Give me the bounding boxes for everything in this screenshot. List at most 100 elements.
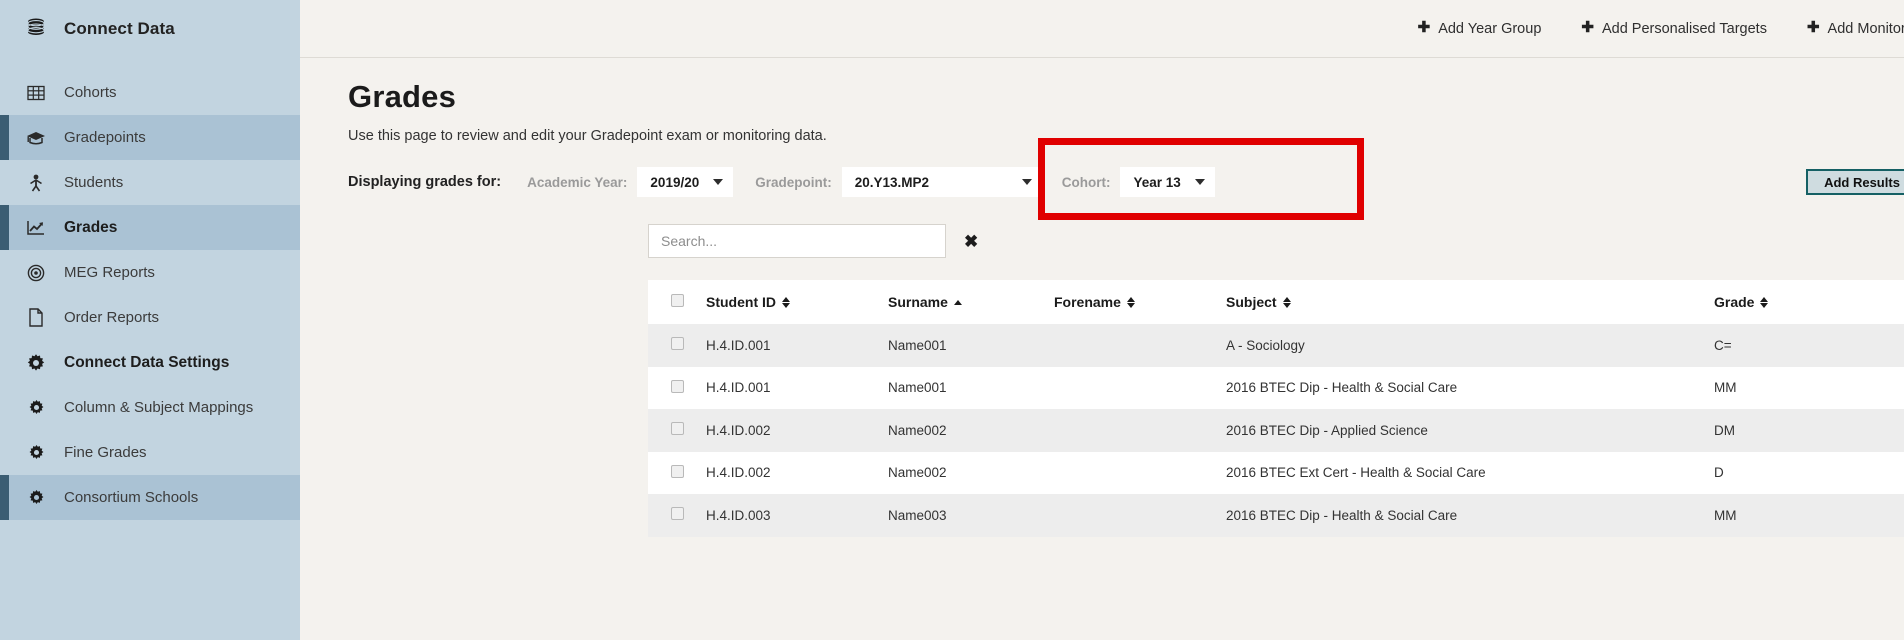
cell-forename xyxy=(1054,324,1226,367)
sidebar-brand[interactable]: Connect Data xyxy=(0,0,300,58)
cell-surname: Name003 xyxy=(888,494,1054,537)
gear-icon xyxy=(26,488,46,508)
sidebar-item-gradepoints[interactable]: Gradepoints xyxy=(0,115,300,160)
cell-grade: DM xyxy=(1714,409,1904,452)
top-action-bar: ✚ Add Year Group ✚ Add Personalised Targ… xyxy=(300,0,1904,58)
table-body: H.4.ID.001 Name001 A - Sociology C= H.4.ID.0… xyxy=(648,324,1904,537)
add-personalised-targets-button[interactable]: ✚ Add Personalised Targets xyxy=(1581,20,1767,37)
grades-table-element: Student ID Surname Forename Subject Grad… xyxy=(648,280,1904,537)
sidebar-item-fine-grades[interactable]: Fine Grades xyxy=(0,430,300,475)
cell-student-id: H.4.ID.001 xyxy=(706,324,888,367)
row-select-cell[interactable] xyxy=(648,324,706,367)
sidebar-item-label: Column & Subject Mappings xyxy=(64,399,254,416)
cell-surname: Name002 xyxy=(888,451,1054,495)
sidebar-item-label: MEG Reports xyxy=(64,264,155,281)
sidebar-item-order-reports[interactable]: Order Reports xyxy=(0,295,300,340)
select-all-header[interactable] xyxy=(648,280,706,325)
table-row[interactable]: H.4.ID.001 Name001 A - Sociology C= xyxy=(648,324,1904,367)
row-checkbox[interactable] xyxy=(670,422,684,436)
sidebar-brand-label: Connect Data xyxy=(64,19,175,38)
sidebar: Connect Data Cohorts Gradepoints Student… xyxy=(0,0,300,640)
sort-icon xyxy=(1126,296,1135,308)
cell-forename xyxy=(1054,409,1226,452)
cohort-filter: Cohort: Year 13 xyxy=(1062,167,1215,198)
cell-student-id: H.4.ID.002 xyxy=(706,409,888,452)
cell-subject: 2016 BTEC Dip - Health & Social Care xyxy=(1226,494,1714,537)
column-header-forename[interactable]: Forename xyxy=(1054,280,1226,325)
row-checkbox[interactable] xyxy=(670,337,684,351)
cohort-value: Year 13 xyxy=(1133,174,1181,190)
cell-student-id: H.4.ID.001 xyxy=(706,366,888,410)
table-row[interactable]: H.4.ID.001 Name001 2016 BTEC Dip - Health … xyxy=(648,366,1904,410)
gear-icon xyxy=(26,443,46,463)
academic-year-label: Academic Year: xyxy=(527,174,628,190)
database-icon xyxy=(26,17,46,42)
cell-grade: MM xyxy=(1714,366,1904,410)
row-select-cell[interactable] xyxy=(648,409,706,452)
table-row[interactable]: H.4.ID.002 Name002 2016 BTEC Dip - Applied… xyxy=(648,409,1904,452)
table-grid-icon xyxy=(26,83,46,103)
column-header-subject[interactable]: Subject xyxy=(1226,280,1714,325)
column-header-label: Subject xyxy=(1226,294,1277,311)
sidebar-item-students[interactable]: Students xyxy=(0,160,300,205)
sidebar-item-label: Students xyxy=(64,174,124,191)
row-checkbox[interactable] xyxy=(670,464,684,478)
sidebar-item-meg-reports[interactable]: MEG Reports xyxy=(0,250,300,295)
graduation-cap-icon xyxy=(26,128,46,148)
close-icon[interactable]: ✖ xyxy=(964,233,978,250)
academic-year-value: 2019/20 xyxy=(650,174,700,190)
cell-grade: C= xyxy=(1714,324,1904,367)
page-subtitle: Use this page to review and edit your Gr… xyxy=(348,128,827,145)
gear-icon xyxy=(26,353,46,373)
sidebar-item-connect-data-settings[interactable]: Connect Data Settings xyxy=(0,340,300,385)
sort-icon xyxy=(782,296,790,308)
top-action-label: Add Personalised Targets xyxy=(1601,20,1767,37)
cell-grade: D xyxy=(1714,451,1904,495)
cell-student-id: H.4.ID.003 xyxy=(706,494,888,537)
row-checkbox[interactable] xyxy=(670,507,684,521)
filter-bar: Displaying grades for: Academic Year: 20… xyxy=(300,138,1904,221)
gradepoint-value: 20.Y13.MP2 xyxy=(854,174,930,190)
sidebar-item-grades[interactable]: Grades xyxy=(0,205,300,250)
gradepoint-select[interactable]: 20.Y13.MP2 xyxy=(841,167,1042,198)
cell-subject: 2016 BTEC Ext Cert - Health & Social Car… xyxy=(1226,451,1714,495)
sidebar-item-column-subject-mappings[interactable]: Column & Subject Mappings xyxy=(0,385,300,430)
table-row[interactable]: H.4.ID.003 Name003 2016 BTEC Dip - Health … xyxy=(648,494,1904,537)
main-content: ✚ Add Year Group ✚ Add Personalised Targ… xyxy=(300,0,1904,640)
search-input[interactable] xyxy=(648,224,946,259)
sidebar-item-cohorts[interactable]: Cohorts xyxy=(0,70,300,115)
chevron-down-icon xyxy=(713,179,724,186)
table-row[interactable]: H.4.ID.002 Name002 2016 BTEC Ext Cert - He… xyxy=(648,451,1904,495)
add-monitoring-point-button[interactable]: ✚ Add Monitoring Point xyxy=(1807,20,1904,37)
app-root: Connect Data Cohorts Gradepoints Student… xyxy=(0,0,1904,640)
cell-subject: 2016 BTEC Dip - Health & Social Care xyxy=(1226,366,1714,410)
plus-icon: ✚ xyxy=(1417,19,1431,36)
sidebar-item-label: Order Reports xyxy=(64,309,160,326)
results-button-group: Add Results Delete Results Export xyxy=(1806,169,1904,196)
sidebar-item-label: Cohorts xyxy=(64,84,117,101)
column-header-student-id[interactable]: Student ID xyxy=(706,280,888,325)
row-select-cell[interactable] xyxy=(648,366,706,410)
sort-icon xyxy=(1760,296,1769,308)
person-icon xyxy=(26,173,46,193)
academic-year-select[interactable]: 2019/20 xyxy=(637,167,734,198)
row-select-cell[interactable] xyxy=(648,494,706,537)
cohort-select[interactable]: Year 13 xyxy=(1120,167,1215,198)
filter-lead-label: Displaying grades for: xyxy=(348,174,502,191)
row-select-cell[interactable] xyxy=(648,451,706,495)
cell-forename xyxy=(1054,366,1226,410)
column-header-grade[interactable]: Grade xyxy=(1714,280,1904,325)
page-header: Grades Use this page to review and edit … xyxy=(300,58,1904,144)
sidebar-item-label: Grades xyxy=(64,218,118,236)
sidebar-item-label: Fine Grades xyxy=(64,444,147,461)
table-header-row: Student ID Surname Forename Subject Grad… xyxy=(648,280,1904,325)
chevron-down-icon xyxy=(1194,179,1205,186)
column-header-surname[interactable]: Surname xyxy=(888,280,1054,325)
sidebar-item-consortium-schools[interactable]: Consortium Schools xyxy=(0,475,300,520)
select-all-checkbox[interactable] xyxy=(670,294,684,308)
row-checkbox[interactable] xyxy=(670,379,684,393)
add-year-group-button[interactable]: ✚ Add Year Group xyxy=(1417,19,1542,37)
add-results-button[interactable]: Add Results xyxy=(1806,169,1904,196)
cell-student-id: H.4.ID.002 xyxy=(706,451,888,495)
